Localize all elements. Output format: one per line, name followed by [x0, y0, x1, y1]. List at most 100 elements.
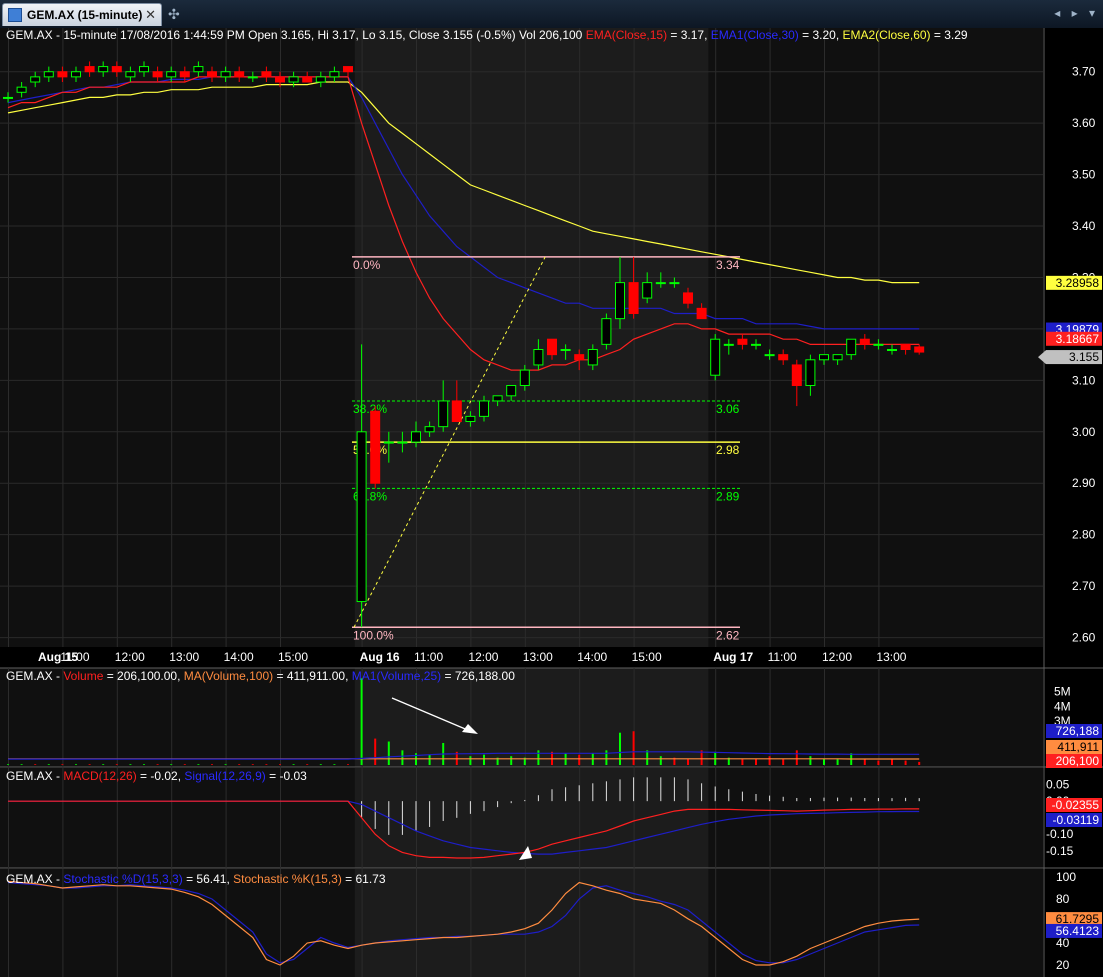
stoch-tick-label: 20	[1056, 958, 1070, 972]
header-segment: MA(Volume,100)	[184, 669, 273, 683]
fib-level-value: 3.34	[716, 258, 740, 272]
candle-body	[139, 66, 149, 73]
day-shading	[354, 768, 709, 868]
candle-body	[533, 349, 544, 366]
x-axis-label: 14:00	[224, 650, 254, 664]
header-segment: = 3.17,	[667, 28, 711, 42]
candle-body	[84, 66, 95, 73]
candle-body	[275, 76, 285, 83]
fib-level-percent: 100.0%	[353, 628, 394, 642]
x-axis-label: 11:00	[768, 650, 797, 664]
x-axis-label: 12:00	[468, 650, 498, 664]
header-segment: = 726,188.00	[441, 669, 515, 683]
candle-body	[479, 400, 489, 417]
header-segment: GEM.AX - 15-minute 17/08/2016 1:44:59 PM…	[6, 28, 586, 42]
price-tick-label: 3.60	[1072, 116, 1096, 130]
x-axis-label: 15:00	[278, 650, 308, 664]
chart-tab-title: GEM.AX (15-minute)	[27, 8, 143, 22]
candle-body	[315, 76, 326, 83]
x-axis-label: 13:00	[876, 650, 906, 664]
stoch-d-last-label: 56.4123	[1056, 924, 1100, 938]
x-axis-label: 15:00	[632, 650, 662, 664]
candle-body	[16, 86, 27, 93]
volume-tick-label: 4M	[1054, 699, 1071, 713]
close-last-label: 3.155	[1069, 350, 1099, 364]
candle-body	[737, 338, 748, 345]
new-tab-icon[interactable]: ✣	[168, 6, 180, 23]
x-axis-label: 14:00	[577, 650, 607, 664]
x-axis-label: 11:00	[60, 650, 89, 664]
fib-level-value: 2.98	[716, 443, 740, 457]
header-segment: Signal(12,26,9)	[184, 769, 265, 783]
stoch-panel-header: GEM.AX - Stochastic %D(15,3,3) = 56.41, …	[6, 872, 386, 886]
candle-body	[587, 349, 598, 366]
candle-body	[179, 71, 190, 78]
volume-panel-header: GEM.AX - Volume = 206,100.00, MA(Volume,…	[6, 669, 515, 683]
candle-body	[615, 282, 625, 320]
macd-tick-label: -0.15	[1046, 844, 1074, 858]
chart-tab[interactable]: GEM.AX (15-minute) ✕	[2, 3, 162, 26]
candle-body	[723, 343, 734, 346]
stoch-tick-label: 80	[1056, 892, 1070, 906]
candle-body	[411, 431, 421, 443]
candle-body	[356, 431, 367, 603]
stoch-tick-label: 100	[1056, 870, 1076, 884]
candle-body	[207, 71, 217, 78]
candle-body	[914, 346, 925, 353]
candle-body	[696, 307, 707, 320]
candle-body	[343, 66, 353, 73]
ema15-last-label: 3.18667	[1056, 332, 1100, 346]
candle-body	[397, 441, 408, 444]
x-axis-label: Aug 16	[360, 650, 400, 664]
fib-level-value: 2.62	[716, 628, 740, 642]
day-shading	[354, 28, 709, 666]
candle-body	[125, 71, 136, 78]
header-segment: = 3.20,	[799, 28, 843, 42]
candle-body	[152, 71, 163, 78]
tab-nav-arrows[interactable]: ◂ ▸ ▾	[1054, 6, 1099, 20]
candle-body	[234, 71, 245, 78]
candle-body	[764, 354, 775, 357]
header-segment: Volume	[63, 669, 103, 683]
candle-body	[261, 71, 272, 78]
vol-ma100-last-label: 411,911	[1057, 740, 1099, 754]
x-axis-label: 12:00	[115, 650, 145, 664]
candle-body	[805, 359, 816, 387]
candle-body	[751, 343, 761, 346]
candle-body	[846, 338, 857, 356]
header-segment: Stochastic %K(15,3)	[233, 872, 342, 886]
candle-body	[506, 385, 517, 397]
header-segment: = 411,911.00,	[273, 669, 352, 683]
candle-body	[560, 349, 571, 351]
candle-body	[669, 282, 680, 285]
header-segment: MA1(Volume,25)	[352, 669, 441, 683]
candle-body	[329, 71, 340, 78]
candle-body	[819, 354, 829, 361]
candle-body	[887, 349, 897, 351]
header-segment: Stochastic %D(15,3,3)	[63, 872, 182, 886]
candle-body	[288, 76, 299, 83]
header-segment: GEM.AX -	[6, 872, 63, 886]
candle-body	[302, 76, 313, 83]
candle-body	[465, 415, 476, 423]
header-segment: EMA(Close,15)	[586, 28, 667, 42]
candle-body	[873, 343, 884, 346]
header-segment: EMA2(Close,60)	[843, 28, 931, 42]
header-segment: = 56.41,	[183, 872, 233, 886]
close-tab-icon[interactable]: ✕	[145, 7, 156, 23]
chart-canvas[interactable]: 2.602.702.802.903.003.103.203.303.403.50…	[0, 28, 1103, 977]
price-tick-label: 2.80	[1072, 528, 1096, 542]
candle-body	[424, 426, 435, 433]
candle-body	[574, 354, 585, 361]
x-axis-label: 13:00	[523, 650, 553, 664]
price-tick-label: 3.40	[1072, 219, 1096, 233]
signal-last-label: -0.03119	[1053, 813, 1100, 827]
header-segment: = -0.02,	[137, 769, 185, 783]
macd-panel-header: GEM.AX - MACD(12,26) = -0.02, Signal(12,…	[6, 769, 307, 783]
candle-body	[710, 338, 721, 376]
macd-last-label: -0.02355	[1052, 798, 1100, 812]
candle-body	[642, 282, 653, 299]
x-axis-label: Aug 17	[713, 650, 753, 664]
candle-body	[628, 282, 639, 314]
x-axis-label: 12:00	[822, 650, 852, 664]
